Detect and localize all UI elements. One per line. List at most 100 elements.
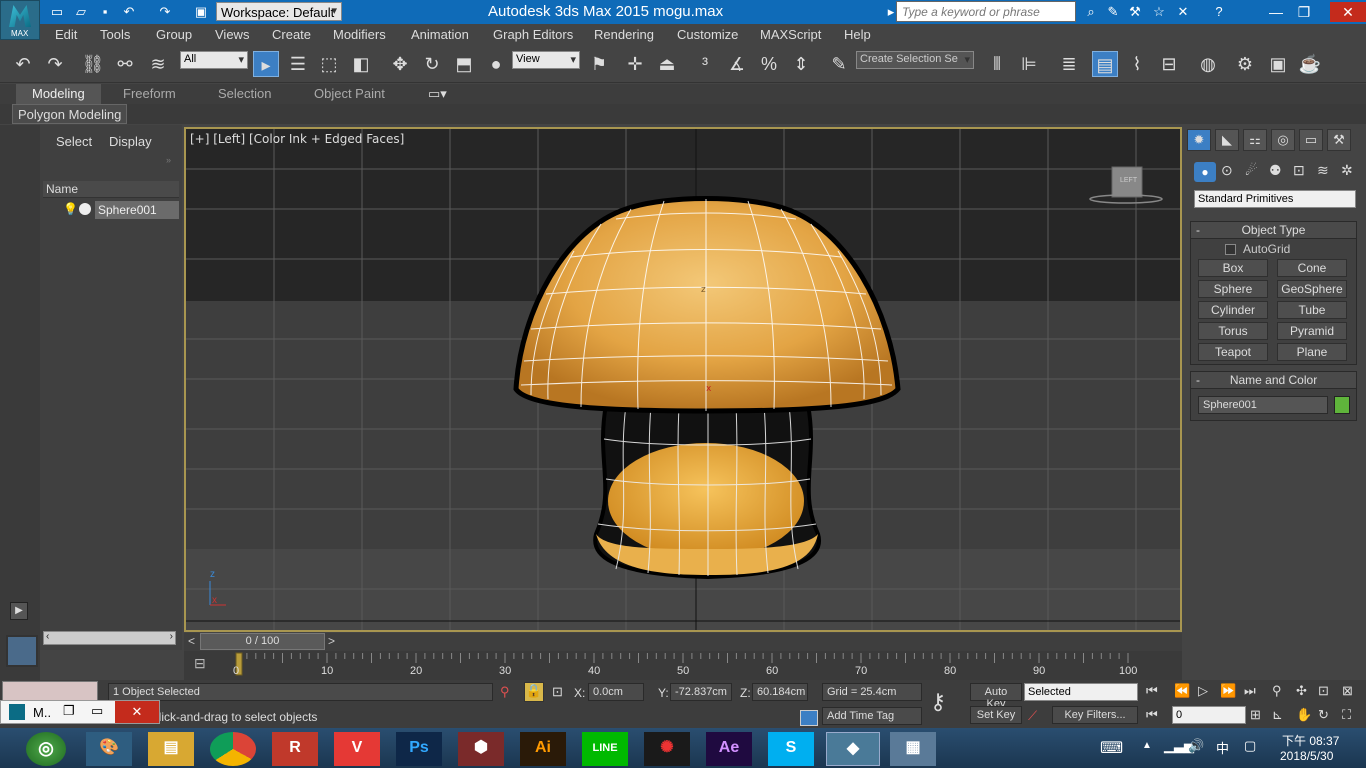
tube-button[interactable]: Tube bbox=[1277, 301, 1347, 319]
search-icon[interactable]: ⌕ bbox=[1082, 3, 1100, 21]
skype-icon[interactable]: S bbox=[768, 732, 814, 766]
menu-help[interactable]: Help bbox=[844, 27, 871, 42]
viewcube-label[interactable]: LEFT bbox=[1120, 177, 1137, 184]
menu-customize[interactable]: Customize bbox=[677, 27, 738, 42]
go-to-end-icon[interactable]: ⏭ bbox=[1244, 683, 1256, 699]
reference-coordinate-dropdown[interactable]: View bbox=[512, 51, 580, 69]
spinner-snap-icon[interactable]: ⇕ bbox=[788, 51, 814, 77]
field-of-view-icon[interactable]: ⊾ bbox=[1272, 707, 1283, 723]
object-color-swatch[interactable] bbox=[1334, 396, 1350, 414]
garena-icon[interactable]: ✺ bbox=[644, 732, 690, 766]
torus-button[interactable]: Torus bbox=[1198, 322, 1268, 340]
key-icon[interactable]: ⚷ bbox=[930, 689, 946, 715]
selection-filter-dropdown[interactable]: All bbox=[180, 51, 248, 69]
menu-animation[interactable]: Animation bbox=[411, 27, 469, 42]
select-manipulate-icon[interactable]: ✛ bbox=[622, 51, 648, 77]
previous-frame-icon[interactable]: ⏪ bbox=[1174, 683, 1190, 699]
after-effects-icon[interactable]: Ae bbox=[706, 732, 752, 766]
angle-snap-icon[interactable]: ∡ bbox=[724, 51, 750, 77]
box-button[interactable]: Box bbox=[1198, 259, 1268, 277]
open-file-icon[interactable]: ▱ bbox=[72, 3, 90, 21]
tab-display[interactable]: Display bbox=[109, 134, 152, 149]
menu-graph-editors[interactable]: Graph Editors bbox=[493, 27, 573, 42]
render-setup-icon[interactable]: ⚙ bbox=[1232, 51, 1258, 77]
viewport-thumbnail-icon[interactable] bbox=[6, 635, 38, 667]
create-tab-icon[interactable]: ✹ bbox=[1187, 129, 1211, 151]
paint-icon[interactable]: 🎨 bbox=[86, 732, 132, 766]
polygon-modeling-panel[interactable]: Polygon Modeling bbox=[12, 104, 128, 124]
space-warps-icon[interactable]: ≋ bbox=[1317, 162, 1329, 179]
schematic-view-icon[interactable]: ⊟ bbox=[1156, 51, 1182, 77]
mirror-icon[interactable]: ⫴ bbox=[984, 51, 1010, 77]
play-arrow-icon[interactable]: ▶ bbox=[10, 602, 28, 620]
auto-key-button[interactable]: Auto Key bbox=[970, 683, 1022, 710]
isolate-icon[interactable]: ⚲ bbox=[500, 684, 510, 700]
photoshop-icon[interactable]: Ps bbox=[396, 732, 442, 766]
undo-icon[interactable]: ↶ bbox=[120, 3, 138, 21]
current-frame-field[interactable]: 0 bbox=[1172, 706, 1246, 724]
redo-icon[interactable]: ↷ bbox=[42, 51, 68, 77]
redo-icon[interactable]: ↷ bbox=[156, 3, 174, 21]
ribbon-tab-modeling[interactable]: Modeling bbox=[16, 84, 101, 104]
visibility-icon[interactable] bbox=[79, 203, 91, 215]
select-object-icon[interactable]: ▸ bbox=[253, 51, 279, 77]
cone-button[interactable]: Cone bbox=[1277, 259, 1347, 277]
scroll-right-icon[interactable]: › bbox=[170, 631, 173, 642]
z-coordinate-field[interactable]: 60.184cm bbox=[752, 683, 808, 701]
placement-icon[interactable]: ● bbox=[483, 51, 509, 77]
zoom-all-icon[interactable]: ✣ bbox=[1296, 683, 1307, 699]
time-slider[interactable]: 0 / 100 bbox=[200, 633, 325, 650]
curve-editor-icon[interactable]: ⌇ bbox=[1124, 51, 1150, 77]
project-folder-icon[interactable]: ▣ bbox=[192, 3, 210, 21]
named-selection-set-dropdown[interactable]: Create Selection Se bbox=[856, 51, 974, 69]
key-mode-dropdown[interactable]: Selected bbox=[1024, 683, 1138, 701]
search-input[interactable]: Type a keyword or phrase bbox=[896, 1, 1076, 22]
workspace-dropdown[interactable]: Workspace: Default bbox=[216, 2, 342, 21]
app-r-icon[interactable]: R bbox=[272, 732, 318, 766]
link-icon[interactable]: ⛓ bbox=[80, 51, 106, 77]
restore-button[interactable]: ❐ bbox=[1290, 2, 1318, 22]
name-column-header[interactable]: Name bbox=[43, 181, 179, 198]
minimize-button[interactable]: — bbox=[1262, 2, 1290, 22]
unlink-icon[interactable]: ⚯ bbox=[112, 51, 138, 77]
keyboard-icon[interactable]: ⌨ bbox=[1100, 738, 1123, 758]
add-time-tag[interactable]: Add Time Tag bbox=[822, 707, 922, 725]
clock-time[interactable]: 下午 08:37 bbox=[1282, 732, 1339, 749]
material-editor-icon[interactable]: ◍ bbox=[1195, 51, 1221, 77]
bind-space-warp-icon[interactable]: ≋ bbox=[145, 51, 171, 77]
close-button[interactable]: ✕ bbox=[1330, 2, 1366, 22]
subscription-icon[interactable]: ✎ bbox=[1104, 3, 1122, 21]
shapes-icon[interactable]: ⊙ bbox=[1221, 162, 1233, 179]
maximize-viewport-icon[interactable]: ⛶ bbox=[1342, 707, 1351, 723]
ribbon-tab-object-paint[interactable]: Object Paint bbox=[314, 86, 385, 101]
ime-indicator[interactable]: 中 bbox=[1216, 738, 1229, 757]
red-cube-icon[interactable]: ⬢ bbox=[458, 732, 504, 766]
pyramid-button[interactable]: Pyramid bbox=[1277, 322, 1347, 340]
ribbon-tab-freeform[interactable]: Freeform bbox=[123, 86, 176, 101]
scene-row[interactable]: 💡 Sphere001 bbox=[43, 201, 179, 220]
object-type-header[interactable]: - Object Type bbox=[1191, 222, 1356, 239]
systems-icon[interactable]: ✲ bbox=[1341, 162, 1353, 179]
name-and-color-header[interactable]: - Name and Color bbox=[1191, 372, 1356, 389]
tray-expand-icon[interactable]: ▲ bbox=[1142, 740, 1152, 751]
illustrator-icon[interactable]: Ai bbox=[520, 732, 566, 766]
preview-minimize-icon[interactable]: ▭ bbox=[91, 703, 103, 719]
taskbar-preview[interactable]: M.. ❐ ▭ ✕ bbox=[0, 700, 160, 724]
plane-button[interactable]: Plane bbox=[1277, 343, 1347, 361]
object-name[interactable]: Sphere001 bbox=[95, 201, 179, 219]
3dsmax-taskbar-icon[interactable]: ◆ bbox=[826, 732, 880, 766]
preview-close-icon[interactable]: ✕ bbox=[115, 701, 159, 723]
play-icon[interactable]: ▷ bbox=[1198, 683, 1208, 699]
app-logo[interactable]: MAX bbox=[0, 0, 40, 40]
chrome-icon[interactable] bbox=[210, 732, 256, 766]
x-coordinate-field[interactable]: 0.0cm bbox=[588, 683, 644, 701]
geosphere-button[interactable]: GeoSphere bbox=[1277, 280, 1347, 298]
lock-selection-icon[interactable]: 🔒 bbox=[524, 682, 544, 702]
pan-icon[interactable]: ✋ bbox=[1296, 707, 1312, 723]
absolute-mode-icon[interactable]: ⊡ bbox=[552, 684, 563, 700]
geometry-icon[interactable]: ● bbox=[1194, 162, 1216, 182]
time-slider-track[interactable]: < > bbox=[184, 633, 1182, 651]
track-bar[interactable]: ⊟ 0 10 20 30 40 50 60 70 80 90 100 bbox=[184, 651, 1182, 680]
zoom-extents-icon[interactable]: ⊡ bbox=[1318, 683, 1329, 699]
scroll-left-icon[interactable]: ‹ bbox=[46, 631, 49, 642]
